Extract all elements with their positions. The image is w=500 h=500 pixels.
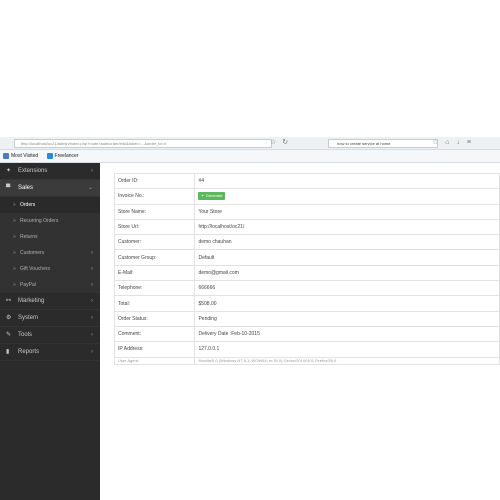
sidebar-item-tools[interactable]: ✎ Tools › — [0, 327, 100, 344]
table-row: Telephone: 666666 — [113, 280, 500, 297]
ip-address-value: 127.0.0.1 — [194, 341, 500, 358]
row-label: Store Url: — [113, 218, 196, 236]
double-chevron-icon: » — [13, 266, 16, 272]
order-status-value: Pending — [194, 310, 500, 327]
gear-icon — [3, 153, 9, 159]
customer-group-value: Default — [194, 249, 500, 266]
table-row: Store Name: Your Store — [113, 203, 500, 220]
sidebar-subitem-returns[interactable]: » Returns — [0, 229, 100, 245]
nav-icons: ☆ ↻ — [270, 138, 292, 146]
table-row: Store Url: http://localhost/oc21/ — [113, 218, 500, 236]
home-icon[interactable]: ⌂ — [445, 139, 449, 146]
cart-icon: ▀ — [6, 185, 11, 191]
table-row: Comment: Delivery Date :Feb-10-2015 — [113, 325, 500, 343]
row-label: Order Status: — [113, 310, 196, 327]
store-name-value: Your Store — [194, 203, 500, 220]
bookmarks-bar: Most Visited Freelancer — [0, 150, 500, 163]
table-row: Customer: demo chauhan — [113, 234, 500, 251]
user-agent-value: Mozilla/5.0 (Windows NT 6.1; WOW64; rv:3… — [194, 356, 500, 365]
gear-icon: ⚙ — [6, 315, 12, 321]
order-details-table: Order ID: #4 Invoice No.: + Generate Sto… — [113, 172, 500, 365]
row-label: IP Address: — [113, 341, 196, 358]
row-label: Invoice No.: — [113, 188, 196, 205]
reload-icon[interactable]: ↻ — [282, 139, 288, 146]
chevron-right-icon: › — [91, 250, 93, 256]
plus-icon: + — [201, 193, 204, 199]
double-chevron-icon: » — [13, 250, 16, 256]
table-row: Order ID: #4 — [113, 172, 500, 190]
double-chevron-icon: » — [13, 282, 16, 288]
table-row: User Agent: Mozilla/5.0 (Windows NT 6.1;… — [113, 356, 500, 365]
chevron-right-icon: › — [91, 266, 93, 272]
table-row: Order Status: Pending — [113, 310, 500, 327]
row-label: Comment: — [113, 325, 196, 343]
browser-toolbar: http://localhost/oc21/admin/index.php?ro… — [0, 137, 500, 150]
comment-value: Delivery Date :Feb-10-2015 — [194, 325, 500, 343]
sidebar-subitem-gift-vouchers[interactable]: » Gift Vouchers › — [0, 261, 100, 277]
email-link[interactable]: demo@gmail.com — [194, 264, 500, 282]
table-row: Invoice No.: + Generate — [113, 188, 500, 205]
sidebar-item-extensions[interactable]: ✦ Extensions › — [0, 163, 100, 180]
sidebar-subitem-orders[interactable]: » Orders — [0, 197, 100, 213]
wrench-icon: ✎ — [6, 332, 12, 338]
row-label: Order ID: — [113, 172, 196, 190]
table-row: Customer Group: Default — [113, 249, 500, 266]
double-chevron-icon: » — [13, 202, 16, 208]
sidebar-item-sales[interactable]: ▀ Sales ⌄ — [0, 180, 100, 197]
menu-icon[interactable]: ≡ — [467, 139, 471, 146]
chevron-right-icon: › — [91, 298, 93, 304]
row-label: Customer Group: — [113, 249, 196, 266]
share-icon: ⚯ — [6, 298, 12, 304]
double-chevron-icon: » — [13, 234, 16, 240]
sidebar-subitem-customers[interactable]: » Customers › — [0, 245, 100, 261]
chevron-down-icon: ⌄ — [87, 185, 93, 191]
search-input[interactable]: how to create service at home — [328, 139, 438, 148]
sidebar-subitem-paypal[interactable]: » PayPal › — [0, 277, 100, 293]
row-label: User Agent: — [113, 356, 196, 365]
sidebar-item-reports[interactable]: ▮ Reports › — [0, 344, 100, 361]
row-label: Customer: — [113, 234, 196, 251]
chevron-right-icon: › — [91, 282, 93, 288]
chevron-right-icon: › — [91, 332, 93, 338]
bookmark-star-icon[interactable]: ☆ — [432, 139, 438, 146]
download-icon[interactable]: ↓ — [456, 139, 460, 146]
table-row: IP Address: 127.0.0.1 — [113, 341, 500, 358]
telephone-value: 666666 — [194, 280, 500, 297]
order-id-value: #4 — [194, 172, 500, 190]
sidebar-item-marketing[interactable]: ⚯ Marketing › — [0, 293, 100, 310]
sidebar-subitem-recurring-orders[interactable]: » Recurring Orders — [0, 213, 100, 229]
sidebar-item-system[interactable]: ⚙ System › — [0, 310, 100, 327]
row-label: Telephone: — [113, 280, 196, 297]
chevron-right-icon: › — [91, 168, 93, 174]
generate-invoice-button[interactable]: + Generate — [198, 192, 226, 201]
store-url-link[interactable]: http://localhost/oc21/ — [194, 218, 500, 236]
double-chevron-icon: » — [13, 218, 16, 224]
address-bar[interactable]: http://localhost/oc21/admin/index.php?ro… — [14, 139, 272, 148]
star-icon[interactable]: ☆ — [270, 139, 276, 146]
bookmark-most-visited[interactable]: Most Visited — [3, 150, 38, 162]
row-label: Total: — [113, 295, 196, 312]
table-row: E-Mail: demo@gmail.com — [113, 264, 500, 282]
toolbar-icons: ☆ ⌂ ↓ ≡ — [432, 138, 476, 146]
row-label: E-Mail: — [113, 264, 196, 282]
total-value: $508.00 — [194, 295, 500, 312]
puzzle-icon: ✦ — [6, 168, 12, 174]
bookmark-freelancer[interactable]: Freelancer — [46, 150, 78, 162]
row-label: Store Name: — [113, 203, 196, 220]
chevron-right-icon: › — [91, 315, 93, 321]
chart-icon: ▮ — [6, 349, 10, 355]
table-row: Total: $508.00 — [113, 295, 500, 312]
sidebar: ✦ Extensions › ▀ Sales ⌄ » Orders » Recu… — [0, 163, 100, 500]
freelancer-icon — [46, 153, 53, 159]
customer-link[interactable]: demo chauhan — [194, 234, 500, 251]
chevron-right-icon: › — [91, 349, 93, 355]
